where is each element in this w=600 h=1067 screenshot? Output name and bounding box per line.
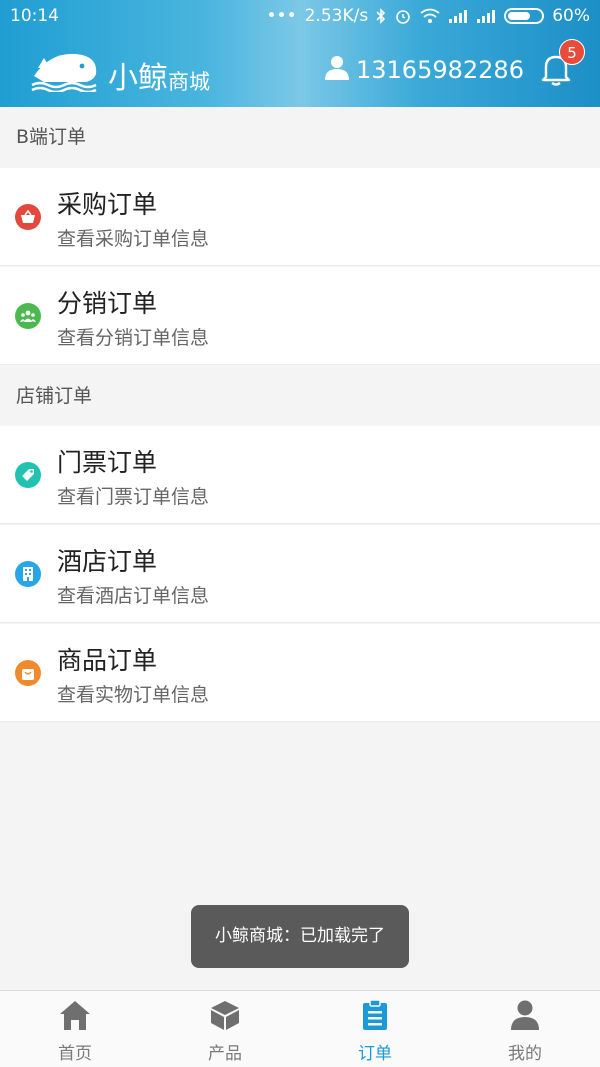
list-item-title: 分销订单: [57, 289, 158, 318]
box-icon: [209, 999, 241, 1035]
list-item-hotel-orders[interactable]: 酒店订单 查看酒店订单信息: [0, 525, 600, 623]
network-speed: 2.53K/s: [304, 6, 369, 26]
hotel-icon: [15, 561, 41, 587]
list-item-subtitle: 查看酒店订单信息: [57, 585, 210, 607]
tab-home[interactable]: 首页: [0, 991, 150, 1067]
list-item-title: 商品订单: [57, 646, 158, 675]
list-item-ticket-orders[interactable]: 门票订单 查看门票订单信息: [0, 426, 600, 524]
user-icon: [324, 54, 350, 86]
user-phone-number: 13165982286: [356, 56, 524, 84]
list-item-distribution-orders[interactable]: 分销订单 查看分销订单信息: [0, 267, 600, 365]
tab-label: 首页: [58, 1044, 92, 1064]
list-item-subtitle: 查看门票订单信息: [57, 486, 210, 508]
list-item-title: 采购订单: [57, 190, 158, 219]
wifi-icon: [420, 8, 440, 24]
section-header-b2b-orders: B端订单: [0, 107, 600, 167]
person-icon: [509, 999, 541, 1035]
tab-label: 我的: [508, 1044, 542, 1064]
list-item-subtitle: 查看实物订单信息: [57, 684, 210, 706]
status-time: 10:14: [10, 6, 59, 26]
toast-message: 小鲸商城：已加载完了: [191, 905, 409, 968]
list-item-purchase-orders[interactable]: 采购订单 查看采购订单信息: [0, 168, 600, 266]
user-account[interactable]: 13165982286: [324, 54, 524, 86]
logo-text-small: 商城: [168, 70, 210, 94]
alarm-icon: [394, 7, 412, 25]
logo-text-big: 小鲸: [108, 61, 168, 96]
tab-orders[interactable]: 订单: [300, 991, 450, 1067]
bluetooth-icon: [376, 8, 386, 24]
signal-icon-2: [476, 8, 496, 24]
group-icon: [15, 303, 41, 329]
basket-icon: [15, 204, 41, 230]
list-item-goods-orders[interactable]: 商品订单 查看实物订单信息: [0, 624, 600, 722]
battery-level: 60%: [552, 6, 590, 26]
more-dots-icon: •••: [266, 6, 297, 26]
app-header: 10:14 ••• 2.53K/s 60% 小鲸 商城 13165982286 …: [0, 0, 600, 107]
bell-icon: [540, 55, 572, 90]
bottom-tab-bar: 首页 产品 订单 我的: [0, 990, 600, 1067]
list-item-title: 门票订单: [57, 448, 158, 477]
list-item-subtitle: 查看采购订单信息: [57, 228, 210, 250]
battery-icon: [504, 8, 545, 24]
signal-icon: [448, 8, 468, 24]
list-item-title: 酒店订单: [57, 547, 158, 576]
tab-label: 产品: [208, 1044, 242, 1064]
home-icon: [58, 999, 92, 1035]
notification-badge: 5: [559, 39, 585, 65]
tab-mine[interactable]: 我的: [450, 991, 600, 1067]
ticket-tag-icon: [15, 462, 41, 488]
tab-label: 订单: [358, 1044, 392, 1064]
list-item-subtitle: 查看分销订单信息: [57, 327, 210, 349]
whale-logo-icon: [30, 46, 100, 96]
clipboard-icon: [361, 999, 389, 1035]
section-header-store-orders: 店铺订单: [0, 366, 600, 426]
shopping-bag-icon: [15, 660, 41, 686]
status-bar: 10:14 ••• 2.53K/s 60%: [0, 0, 600, 32]
app-logo[interactable]: 小鲸 商城: [30, 46, 210, 96]
tab-products[interactable]: 产品: [150, 991, 300, 1067]
status-icons: ••• 2.53K/s 60%: [267, 6, 590, 26]
